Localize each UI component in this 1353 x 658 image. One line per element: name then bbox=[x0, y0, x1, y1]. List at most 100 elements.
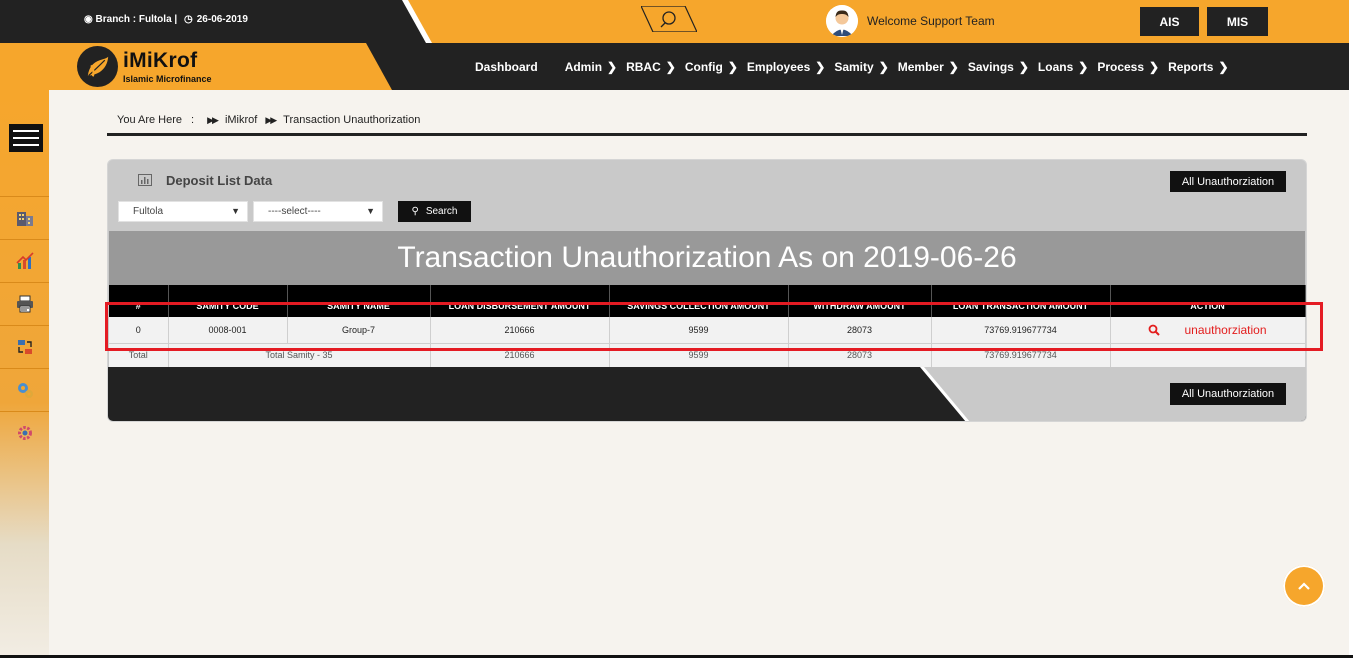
chevron-up-icon bbox=[1298, 582, 1310, 590]
chevron-right-icon: ❯ bbox=[607, 59, 618, 74]
withdraw-amount: 28073 bbox=[788, 317, 932, 344]
samity-select[interactable]: ----select---- ▼ bbox=[253, 201, 383, 222]
caret-down-icon: ▼ bbox=[231, 206, 240, 216]
panel-title: Deposit List Data bbox=[166, 173, 273, 188]
total-label: Total bbox=[109, 343, 169, 368]
nav-item-label: Dashboard bbox=[475, 59, 538, 74]
nav-item-label: Reports bbox=[1168, 59, 1214, 74]
nav-item-label: Samity bbox=[834, 59, 874, 74]
total-samity-count: Total Samity - 35 bbox=[168, 343, 431, 368]
nav-bar-edge bbox=[1349, 43, 1353, 90]
column-header: LOAN TRANSACTION AMOUNT bbox=[931, 285, 1111, 317]
nav-item-admin[interactable]: Admin ❯ bbox=[565, 60, 617, 74]
report-banner: Transaction Unauthorization As on 2019-0… bbox=[109, 231, 1305, 285]
table-header-row: # SAMITY CODE SAMITY NAME LOAN DISBURSEM… bbox=[109, 285, 1306, 317]
top-bar-edge bbox=[1349, 0, 1353, 43]
mis-button[interactable]: MIS bbox=[1207, 7, 1268, 36]
nav-item-label: Config bbox=[684, 59, 723, 74]
all-unauthorization-button-bottom[interactable]: All Unauthorziation bbox=[1170, 383, 1286, 405]
top-bar: ◉ Branch : Fultola | ◷ 26-06-2019 Welcome… bbox=[0, 0, 1353, 43]
double-chevron-icon: ▶▶ bbox=[265, 114, 277, 125]
row-index: 0 bbox=[109, 317, 169, 344]
panel-footer bbox=[108, 367, 1306, 421]
breadcrumb-divider bbox=[107, 133, 1307, 136]
search-button-label: Search bbox=[425, 206, 458, 217]
leaf-logo-icon bbox=[87, 56, 108, 77]
nav-item-rbac[interactable]: RBAC ❯ bbox=[626, 60, 676, 74]
gears-icon[interactable] bbox=[0, 368, 49, 410]
caret-down-icon: ▼ bbox=[366, 206, 375, 216]
breadcrumb-prefix: You Are Here bbox=[117, 114, 183, 126]
all-unauthorization-button-top[interactable]: All Unauthorziation bbox=[1170, 171, 1286, 192]
nav-item-samity[interactable]: Samity ❯ bbox=[834, 60, 888, 74]
branch-info: ◉ Branch : Fultola | ◷ 26-06-2019 bbox=[84, 14, 248, 25]
deposit-list-panel: Deposit List Data All Unauthorziation Fu… bbox=[107, 159, 1307, 422]
scroll-to-top-button[interactable] bbox=[1283, 565, 1325, 607]
total-row: Total Total Samity - 35 210666 9599 2807… bbox=[109, 343, 1306, 368]
total-savings-collection: 9599 bbox=[609, 343, 789, 368]
nav-item-label: Process bbox=[1097, 59, 1145, 74]
nav-item-loans[interactable]: Loans ❯ bbox=[1038, 60, 1088, 74]
chevron-right-icon: ❯ bbox=[665, 59, 676, 74]
nav-item-reports[interactable]: Reports ❯ bbox=[1168, 60, 1228, 74]
clock-icon: ◷ bbox=[184, 14, 193, 25]
search-icon[interactable] bbox=[1148, 324, 1161, 336]
transfer-icon[interactable] bbox=[0, 325, 49, 367]
total-loan-transaction: 73769.919677734 bbox=[931, 343, 1111, 368]
double-chevron-icon: ▶▶ bbox=[207, 114, 219, 125]
chevron-right-icon: ❯ bbox=[1218, 59, 1229, 74]
chevron-right-icon: ❯ bbox=[1149, 59, 1160, 74]
savings-collection-amount: 9599 bbox=[609, 317, 789, 344]
global-search-icon[interactable] bbox=[641, 6, 697, 32]
bar-chart-icon bbox=[138, 174, 152, 186]
breadcrumb: You Are Here : ▶▶ iMikrof ▶▶ Transaction… bbox=[117, 114, 420, 126]
unauthorization-link[interactable]: unauthorziation bbox=[1184, 323, 1266, 337]
user-avatar[interactable] bbox=[826, 5, 858, 37]
total-action-empty bbox=[1110, 343, 1306, 368]
samity-select-value: ----select---- bbox=[268, 206, 321, 217]
column-header: # bbox=[109, 285, 169, 317]
chevron-right-icon: ❯ bbox=[727, 59, 738, 74]
logo-subtitle: Islamic Microfinance bbox=[123, 74, 212, 84]
nav-item-label: Loans bbox=[1037, 59, 1074, 74]
ais-button[interactable]: AIS bbox=[1140, 7, 1199, 36]
settings-cog-icon[interactable] bbox=[0, 411, 49, 453]
nav-item-savings[interactable]: Savings ❯ bbox=[968, 60, 1029, 74]
search-icon: ⚲ bbox=[411, 206, 419, 217]
column-header: SAVINGS COLLECTION AMOUNT bbox=[609, 285, 789, 317]
branch-select-value: Fultola bbox=[133, 206, 164, 217]
nav-item-employees[interactable]: Employees ❯ bbox=[747, 60, 825, 74]
nav-item-label: Savings bbox=[967, 59, 1014, 74]
main-menu: Dashboard Admin ❯ RBAC ❯ Config ❯ Employees ❯ Sam… bbox=[475, 43, 1238, 90]
chevron-right-icon: ❯ bbox=[1078, 59, 1089, 74]
hamburger-menu-icon[interactable] bbox=[9, 124, 43, 152]
nav-item-config[interactable]: Config ❯ bbox=[685, 60, 738, 74]
user-avatar-icon bbox=[826, 5, 858, 37]
column-header: ACTION bbox=[1110, 285, 1306, 317]
column-header: LOAN DISBURSEMENT AMOUNT bbox=[430, 285, 610, 317]
printer-icon[interactable] bbox=[0, 282, 49, 324]
logo-mark-icon[interactable] bbox=[77, 46, 118, 87]
nav-item-label: Member bbox=[897, 59, 944, 74]
samity-name: Group-7 bbox=[287, 317, 431, 344]
chevron-right-icon: ❯ bbox=[1018, 59, 1029, 74]
building-icon[interactable] bbox=[0, 196, 49, 238]
nav-item-dashboard[interactable]: Dashboard bbox=[475, 60, 538, 74]
search-button[interactable]: ⚲ Search bbox=[398, 201, 471, 222]
column-header: SAMITY CODE bbox=[168, 285, 288, 317]
column-header: SAMITY NAME bbox=[287, 285, 431, 317]
breadcrumb-root-link[interactable]: iMikrof bbox=[225, 114, 257, 126]
branch-select[interactable]: Fultola ▼ bbox=[118, 201, 248, 222]
nav-item-process[interactable]: Process ❯ bbox=[1097, 60, 1159, 74]
branch-label: Branch : Fultola | bbox=[95, 14, 178, 25]
right-edge bbox=[1349, 90, 1353, 658]
column-header: WITHDRAW AMOUNT bbox=[788, 285, 932, 317]
table-row: 0 0008-001 Group-7 210666 9599 28073 737… bbox=[109, 317, 1306, 344]
transaction-table: # SAMITY CODE SAMITY NAME LOAN DISBURSEM… bbox=[109, 285, 1306, 368]
nav-item-member[interactable]: Member ❯ bbox=[898, 60, 959, 74]
nav-item-label: Admin bbox=[564, 59, 603, 74]
total-loan-disbursement: 210666 bbox=[430, 343, 610, 368]
action-cell: unauthorziation bbox=[1110, 317, 1306, 344]
logo-title: iMiKrof bbox=[123, 49, 198, 72]
chart-up-icon[interactable] bbox=[0, 239, 49, 281]
